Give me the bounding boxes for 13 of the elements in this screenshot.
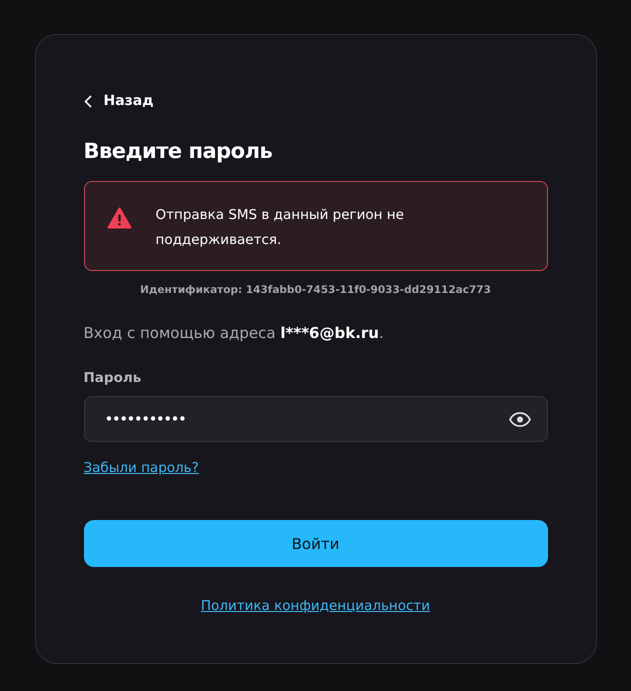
eye-icon[interactable] bbox=[508, 412, 530, 426]
forgot-password-link[interactable]: Забыли пароль? bbox=[84, 460, 199, 476]
identifier-text: Идентификатор: 143fabb0-7453-11f0-9033-dd29112ac773 bbox=[139, 284, 492, 296]
back-link[interactable]: Назад bbox=[84, 93, 154, 109]
privacy-policy-link[interactable]: Политика конфиденциальности bbox=[200, 598, 430, 614]
login-hint: Вход с помощью адреса l***6@bk.ru. bbox=[84, 324, 384, 342]
chevron-left-icon bbox=[84, 94, 92, 108]
password-label: Пароль bbox=[84, 370, 142, 386]
warning-icon bbox=[106, 207, 132, 229]
page-title: Введите пароль bbox=[84, 139, 274, 163]
alert-message: Отправка SMS в данный регион не поддерживается. bbox=[156, 206, 405, 250]
password-field[interactable]: ••••••••••• bbox=[84, 396, 548, 442]
login-button[interactable]: Войти bbox=[84, 520, 548, 567]
